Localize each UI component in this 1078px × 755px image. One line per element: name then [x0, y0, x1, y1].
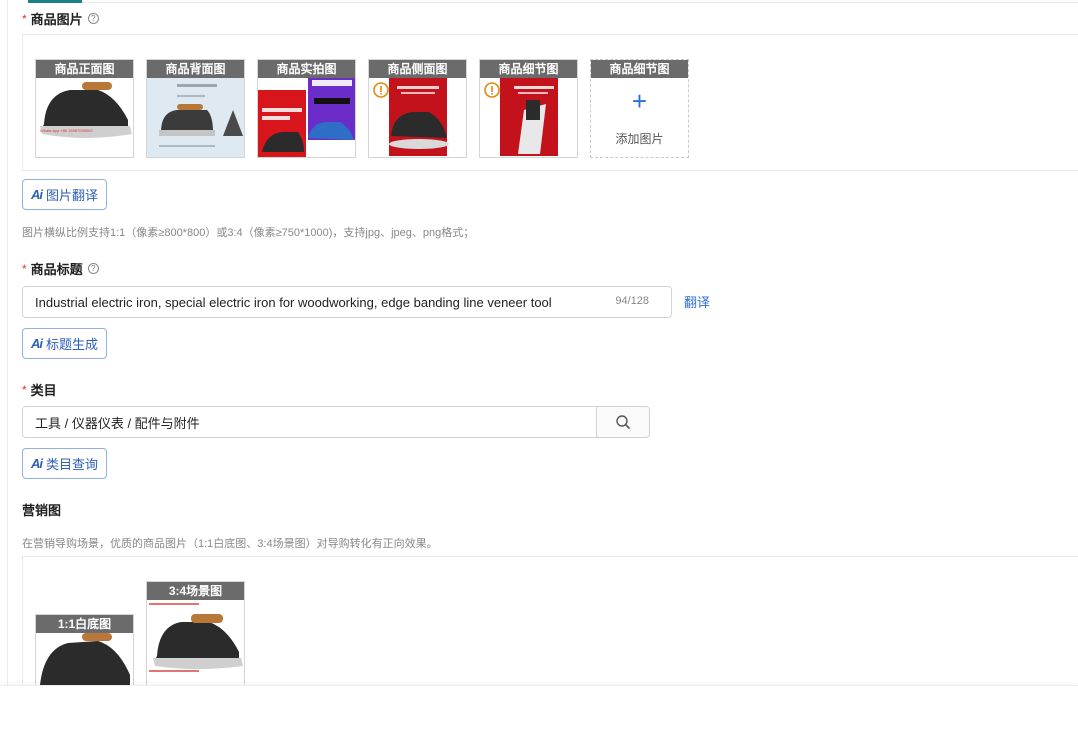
product-title-input[interactable]: Industrial electric iron, special electr…	[22, 286, 672, 318]
required-mark: *	[22, 261, 27, 276]
category-search-button[interactable]	[596, 406, 650, 438]
title-generate-label: 标题生成	[46, 337, 99, 352]
category-value: 工具 / 仪器仪表 / 配件与附件	[35, 415, 200, 431]
ai-icon: Ai	[31, 456, 43, 471]
translate-link[interactable]: 翻译	[684, 292, 710, 311]
marketing-images-label: 营销图	[22, 500, 61, 519]
thumb-caption: 商品细节图	[480, 60, 577, 78]
marketing-image-scene[interactable]: 3:4场景图	[146, 581, 245, 685]
thumb-caption: 商品正面图	[36, 60, 133, 78]
thumb-caption: 1:1白底图	[36, 615, 133, 633]
product-image-side[interactable]: 商品侧面图	[368, 59, 467, 158]
required-mark: *	[22, 382, 27, 397]
product-title-label-text: 商品标题	[30, 262, 83, 277]
category-label: * 类目	[22, 380, 57, 399]
help-icon[interactable]: ?	[87, 263, 99, 274]
product-image-front[interactable]: 商品正面图 Whats app +86 15967059002	[35, 59, 134, 158]
category-label-text: 类目	[30, 383, 57, 398]
title-char-counter: 94/128	[615, 295, 649, 307]
product-title-value: Industrial electric iron, special electr…	[35, 294, 552, 310]
add-image-button[interactable]: 商品细节图 + 添加图片	[590, 59, 689, 158]
top-divider	[82, 2, 1078, 3]
image-translate-label: 图片翻译	[46, 188, 99, 203]
product-images-label-text: 商品图片	[30, 12, 83, 27]
marketing-image-white-bg[interactable]: 1:1白底图	[35, 614, 134, 685]
left-rule	[7, 0, 8, 685]
ai-icon: Ai	[31, 336, 43, 351]
title-generate-button[interactable]: Ai 标题生成	[22, 328, 108, 359]
category-query-label: 类目查询	[46, 457, 99, 472]
image-format-hint: 图片横纵比例支持1:1（像素≥800*800）或3:4（像素≥750*1000)…	[22, 227, 475, 239]
category-input[interactable]: 工具 / 仪器仪表 / 配件与附件 ×	[22, 406, 610, 438]
thumb-caption: 商品实拍图	[258, 60, 355, 78]
active-tab-indicator	[28, 0, 82, 3]
thumb-caption: 商品细节图	[591, 60, 688, 78]
category-query-button[interactable]: Ai 类目查询	[22, 448, 108, 479]
ai-icon: Ai	[31, 187, 43, 202]
thumb-caption: 商品侧面图	[369, 60, 466, 78]
add-image-label: 添加图片	[615, 132, 664, 146]
product-image-detail[interactable]: 商品细节图	[479, 59, 578, 158]
svg-text:Whats app +86 15967059002: Whats app +86 15967059002	[40, 128, 93, 133]
product-image-back[interactable]: 商品背面图	[146, 59, 245, 158]
product-image-real-shot[interactable]: 商品实拍图	[257, 59, 356, 158]
marketing-hint: 在营销导购场景，优质的商品图片（1:1白底图、3:4场景图）对导购转化有正向效果…	[22, 538, 438, 550]
thumb-caption: 商品背面图	[147, 60, 244, 78]
bottom-action-bar	[0, 685, 1078, 755]
thumb-caption: 3:4场景图	[147, 582, 244, 600]
product-images-label: * 商品图片 ?	[22, 9, 99, 28]
help-icon[interactable]: ?	[87, 13, 99, 24]
marketing-images-label-text: 营销图	[22, 503, 62, 518]
required-mark: *	[22, 11, 27, 26]
plus-icon: +	[631, 86, 648, 116]
product-title-label: * 商品标题 ?	[22, 259, 99, 278]
image-translate-button[interactable]: Ai 图片翻译	[22, 179, 108, 210]
search-icon	[616, 415, 630, 429]
